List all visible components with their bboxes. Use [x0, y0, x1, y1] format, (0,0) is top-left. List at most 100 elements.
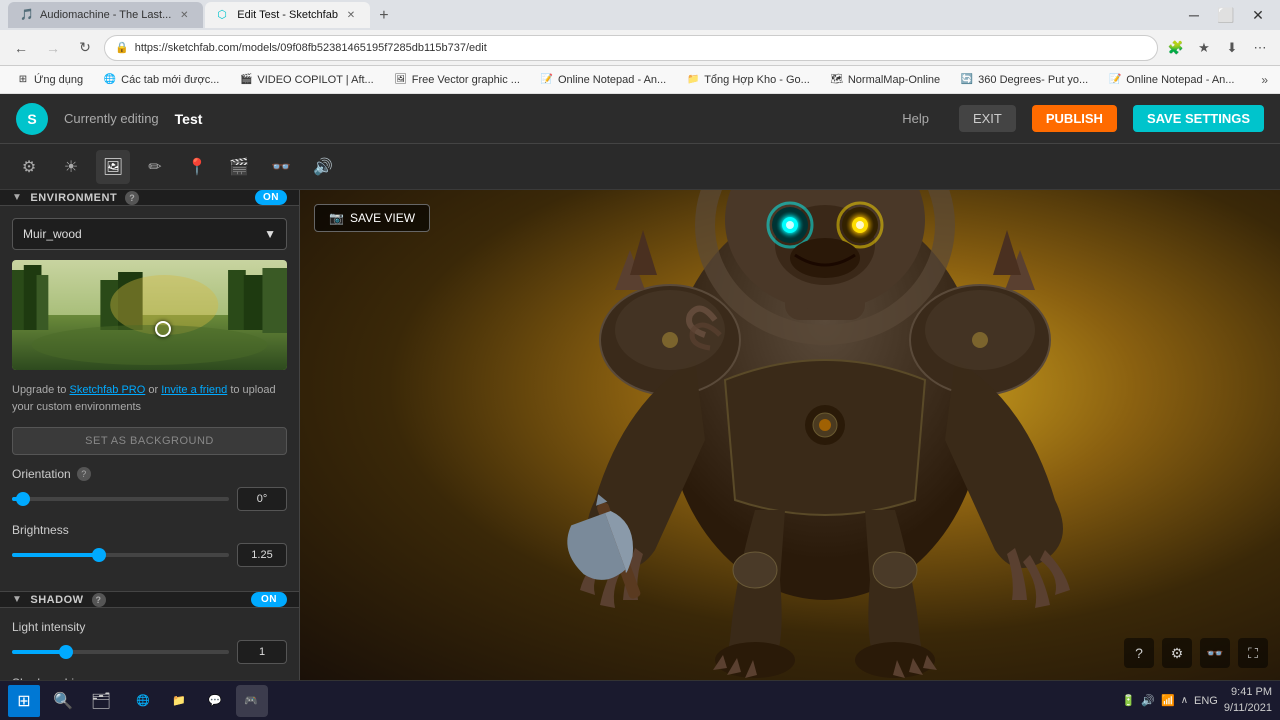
publish-button[interactable]: PUBLISH — [1032, 105, 1117, 132]
bookmark-newtab[interactable]: 🌐 Các tab mới được... — [95, 69, 227, 91]
new-tab-button[interactable]: + — [372, 4, 396, 28]
upgrade-prefix: Upgrade to — [12, 384, 69, 396]
light-intensity-value[interactable]: 1 — [237, 640, 287, 664]
bookmark-favicon-360: 🔄 — [960, 73, 974, 87]
exit-button[interactable]: EXIT — [959, 105, 1016, 132]
taskbar-app-browser[interactable]: 🌐 — [128, 685, 160, 717]
shadow-help-icon[interactable]: ? — [92, 593, 106, 607]
downloads-icon[interactable]: ⬇ — [1220, 36, 1244, 60]
left-panel: ▼ ENVIRONMENT ? ON Muir_wood ▼ — [0, 190, 300, 680]
bookmark-label-tonghop: Tổng Hợp Kho - Go... — [704, 74, 810, 86]
bookmark-notepad1[interactable]: 📝 Online Notepad - An... — [532, 69, 674, 91]
3d-viewport[interactable]: 📷 SAVE VIEW — [300, 190, 1280, 680]
invite-friend-link[interactable]: Invite a friend — [161, 384, 227, 396]
orientation-help-icon[interactable]: ? — [77, 467, 91, 481]
toolbar-light-icon[interactable]: ☀ — [54, 150, 88, 184]
toolbar-settings-icon[interactable]: ⚙ — [12, 150, 46, 184]
taskbar-app-chat-icon: 💬 — [208, 694, 222, 707]
settings-icon[interactable]: ⚙ — [1162, 638, 1192, 668]
sketchfab-pro-link[interactable]: Sketchfab PRO — [69, 384, 145, 396]
orientation-thumb[interactable] — [16, 492, 30, 506]
toolbar-vr-icon[interactable]: 👓 — [264, 150, 298, 184]
help-icon[interactable]: ? — [1124, 638, 1154, 668]
vr-icon[interactable]: 👓 — [1200, 638, 1230, 668]
bookmark-apps[interactable]: ⊞ Ứng dụng — [8, 69, 91, 91]
environment-label: ENVIRONMENT — [30, 192, 117, 204]
toolbar-audio-icon[interactable]: 🔊 — [306, 150, 340, 184]
environment-help-icon[interactable]: ? — [125, 191, 139, 205]
light-intensity-row: Light intensity 1 — [12, 620, 287, 664]
editing-label: Currently editing — [64, 111, 159, 126]
environment-toggle[interactable]: ON — [255, 190, 287, 205]
taskbar-taskview-icon[interactable]: 🗂 — [86, 686, 116, 716]
taskbar-search-icon[interactable]: 🔍 — [48, 686, 78, 716]
collapse-icon[interactable]: ▼ — [12, 192, 22, 203]
bookmark-tonghop[interactable]: 📁 Tổng Hợp Kho - Go... — [678, 69, 818, 91]
tab-audiomachine[interactable]: 🎵 Audiomachine - The Last... ✕ — [8, 2, 203, 28]
bookmark-favicon-tonghop: 📁 — [686, 73, 700, 87]
taskbar-app-active-icon: 🎮 — [244, 694, 258, 707]
bookmark-label-360: 360 Degrees- Put yo... — [978, 74, 1088, 86]
start-button[interactable]: ⊞ — [8, 685, 40, 717]
back-button[interactable]: ← — [8, 35, 34, 61]
bookmark-videocopilot[interactable]: 🎬 VIDEO COPILOT | Aft... — [231, 69, 381, 91]
forward-button[interactable]: → — [40, 35, 66, 61]
save-settings-button[interactable]: SAVE SETTINGS — [1133, 105, 1264, 132]
bookmark-freevector[interactable]: 🖼 Free Vector graphic ... — [386, 69, 528, 91]
shadow-collapse-icon[interactable]: ▼ — [12, 594, 22, 605]
environment-dropdown[interactable]: Muir_wood ▼ — [12, 218, 287, 250]
sys-upward-icon[interactable]: ∧ — [1181, 695, 1188, 706]
taskbar-app-active[interactable]: 🎮 — [236, 685, 268, 717]
sys-time-value: 9:41 PM — [1224, 685, 1272, 700]
orientation-value[interactable]: 0° — [237, 487, 287, 511]
light-intensity-thumb[interactable] — [59, 645, 73, 659]
tabs-bar: 🎵 Audiomachine - The Last... ✕ ⬡ Edit Te… — [8, 2, 1172, 28]
brightness-fill — [12, 553, 99, 557]
tab-close-sketchfab[interactable]: ✕ — [344, 8, 358, 22]
toolbar-materials-icon[interactable]: ✏ — [138, 150, 172, 184]
tab-close-audiomachine[interactable]: ✕ — [177, 8, 191, 22]
light-intensity-slider[interactable] — [12, 650, 229, 654]
light-intensity-control: 1 — [12, 640, 287, 664]
brightness-slider[interactable] — [12, 553, 229, 557]
close-button[interactable]: ✕ — [1244, 5, 1272, 25]
bookmark-favicon-videocopilot: 🎬 — [239, 73, 253, 87]
address-bar[interactable]: 🔒 https://sketchfab.com/models/09f08fb52… — [104, 35, 1158, 61]
favorites-icon[interactable]: ★ — [1192, 36, 1216, 60]
nav-right-icons: 🧩 ★ ⬇ ⋯ — [1164, 36, 1272, 60]
bookmarks-bar: ⊞ Ứng dụng 🌐 Các tab mới được... 🎬 VIDEO… — [0, 66, 1280, 94]
bookmark-360degrees[interactable]: 🔄 360 Degrees- Put yo... — [952, 69, 1096, 91]
orientation-control: 0° — [12, 487, 287, 511]
save-view-button[interactable]: 📷 SAVE VIEW — [314, 204, 430, 232]
taskbar-app-explorer[interactable]: 📁 — [164, 685, 196, 717]
monster-canvas: 📷 SAVE VIEW — [300, 190, 1280, 680]
bookmark-normalmap[interactable]: 🗺 NormalMap-Online — [822, 69, 948, 91]
bookmark-favicon-normalmap: 🗺 — [830, 73, 844, 87]
brightness-value[interactable]: 1.25 — [237, 543, 287, 567]
bookmark-favicon-apps: ⊞ — [16, 73, 30, 87]
settings-icon[interactable]: ⋯ — [1248, 36, 1272, 60]
cursor-indicator — [155, 321, 171, 337]
set-as-background-button[interactable]: SET AS BACKGROUND — [12, 427, 287, 455]
toolbar-animation-icon[interactable]: 🎬 — [222, 150, 256, 184]
extensions-icon[interactable]: 🧩 — [1164, 36, 1188, 60]
toolbar-annotations-icon[interactable]: 📍 — [180, 150, 214, 184]
help-button[interactable]: Help — [888, 105, 943, 132]
taskbar-app-chat[interactable]: 💬 — [200, 685, 232, 717]
fullscreen-icon[interactable]: ⛶ — [1238, 638, 1268, 668]
brightness-thumb[interactable] — [92, 548, 106, 562]
tab-sketchfab[interactable]: ⬡ Edit Test - Sketchfab ✕ — [205, 2, 370, 28]
navigation-bar: ← → ↻ 🔒 https://sketchfab.com/models/09f… — [0, 30, 1280, 66]
environment-dropdown-value: Muir_wood — [23, 227, 82, 241]
dropdown-arrow-icon: ▼ — [264, 227, 276, 241]
shadow-toggle[interactable]: ON — [251, 592, 287, 607]
bookmark-notepad2[interactable]: 📝 Online Notepad - An... — [1100, 69, 1242, 91]
reload-button[interactable]: ↻ — [72, 35, 98, 61]
minimize-button[interactable]: ─ — [1180, 5, 1208, 25]
bookmarks-more-button[interactable]: » — [1257, 73, 1272, 87]
bookmark-label-notepad2: Online Notepad - An... — [1126, 74, 1234, 86]
restore-button[interactable]: ⬜ — [1212, 5, 1240, 25]
taskbar-sys: 🔋 🔊 📶 ∧ ENG 9:41 PM 9/11/2021 — [1122, 685, 1272, 716]
orientation-slider[interactable] — [12, 497, 229, 501]
toolbar-environment-icon[interactable]: 🖼 — [96, 150, 130, 184]
